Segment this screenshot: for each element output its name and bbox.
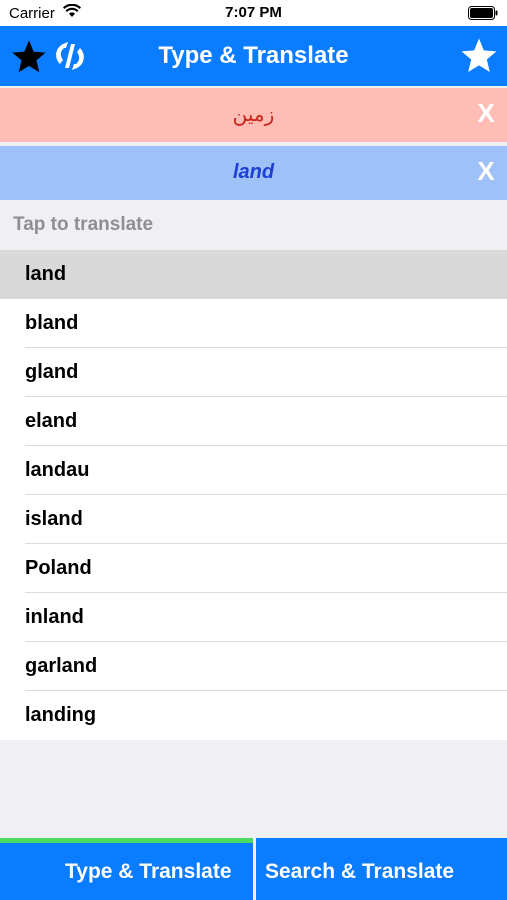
suggestions-header: Tap to translate [13, 214, 154, 235]
nav-bar: Type & Translate [0, 26, 507, 86]
active-tab-indicator [0, 838, 253, 843]
tab-search-and-translate[interactable]: Search & Translate [256, 838, 507, 900]
list-item-label: eland [25, 410, 78, 432]
source-text-field[interactable]: زمین X [0, 88, 507, 142]
list-item-label: land [25, 263, 67, 285]
list-item-label: bland [25, 312, 79, 334]
list-item[interactable]: bland [0, 299, 507, 348]
list-item[interactable]: gland [0, 348, 507, 397]
list-item-label: gland [25, 361, 79, 383]
list-item[interactable]: inland [0, 593, 507, 642]
translation-text: land [232, 161, 275, 183]
list-item-label: garland [25, 655, 98, 677]
list-item[interactable]: Poland [0, 544, 507, 593]
source-text: زمین [232, 102, 275, 126]
clear-source-button[interactable]: X [473, 98, 499, 129]
list-item-label: inland [25, 606, 84, 628]
list-item[interactable]: island [0, 495, 507, 544]
list-item-label: landing [25, 704, 97, 726]
list-item-label: Poland [25, 557, 92, 579]
list-item[interactable]: landing [0, 691, 507, 740]
list-item-label: island [25, 508, 83, 530]
list-item[interactable]: garland [0, 642, 507, 691]
status-bar: Carrier 7:07 PM [0, 0, 507, 26]
clear-translation-button[interactable]: X [473, 156, 499, 187]
translation-result[interactable]: land X [0, 146, 507, 200]
status-time: 7:07 PM [225, 4, 282, 21]
page-title: Type & Translate [158, 42, 349, 69]
tab-label: Search & Translate [265, 860, 455, 883]
list-item[interactable]: land [0, 250, 507, 299]
tab-bar: Type & Translate Search & Translate [0, 838, 507, 900]
suggestions-list: land bland gland eland landau island Pol… [0, 250, 507, 740]
battery-icon [468, 6, 498, 20]
list-item-label: landau [25, 459, 90, 481]
list-item[interactable]: landau [0, 446, 507, 495]
tab-type-and-translate[interactable]: Type & Translate [0, 838, 253, 900]
list-item[interactable]: eland [0, 397, 507, 446]
add-favorite-star-icon[interactable] [459, 36, 499, 76]
tab-label: Type & Translate [65, 860, 232, 883]
